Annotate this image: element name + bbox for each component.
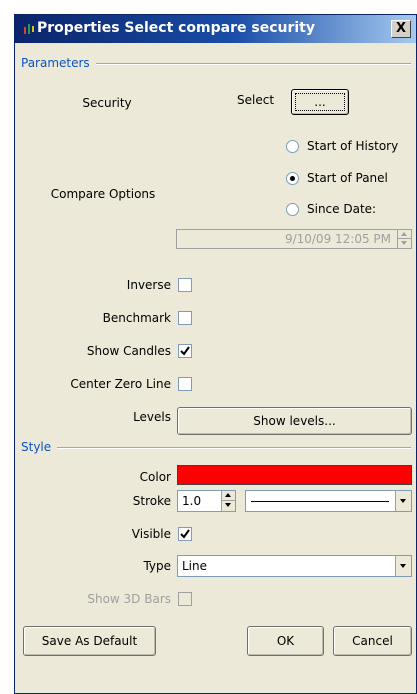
spin-down-arrow[interactable] <box>398 239 411 248</box>
parameters-group-header: Parameters <box>21 56 411 70</box>
visible-checkbox[interactable] <box>178 527 192 541</box>
color-label: Color <box>139 470 171 484</box>
parameters-group-label: Parameters <box>21 56 96 70</box>
stroke-width-value: 1.0 <box>182 494 202 508</box>
chevron-down-icon[interactable] <box>395 556 411 576</box>
radio-start-of-history-label: Start of History <box>307 139 399 153</box>
type-value: Line <box>182 559 208 573</box>
spin-up-arrow[interactable] <box>398 230 411 239</box>
style-group-header: Style <box>21 440 411 454</box>
date-spinner[interactable] <box>397 230 411 248</box>
show-3d-bars-checkbox <box>178 592 192 606</box>
radio-since-date-label: Since Date: <box>307 202 377 216</box>
window-title: Properties Select compare security <box>37 20 315 36</box>
levels-label: Levels <box>133 410 171 424</box>
since-date-value: 9/10/09 12:05 PM <box>284 232 391 246</box>
cancel-button[interactable]: Cancel <box>333 626 412 656</box>
stroke-spinner-buttons[interactable] <box>221 491 235 511</box>
color-swatch[interactable] <box>177 465 412 485</box>
chevron-down-icon[interactable] <box>395 491 411 511</box>
line-style-preview <box>251 501 389 502</box>
spin-up-arrow[interactable] <box>222 491 235 501</box>
spin-down-arrow[interactable] <box>222 501 235 511</box>
security-select-label: Select <box>237 93 275 107</box>
select-security-button-label: ... <box>314 95 326 109</box>
group-divider <box>21 447 411 449</box>
show-candles-label: Show Candles <box>86 344 171 358</box>
close-button[interactable]: X <box>391 20 411 38</box>
cancel-button-label: Cancel <box>352 634 393 648</box>
checkmark-icon <box>180 529 190 539</box>
compare-options-label: Compare Options <box>50 187 156 201</box>
app-chart-icon <box>24 24 34 34</box>
show-levels-button-label: Show levels... <box>253 414 336 428</box>
radio-selected-dot <box>290 176 295 181</box>
inverse-label: Inverse <box>126 278 171 292</box>
stroke-label: Stroke <box>132 494 171 508</box>
close-icon: X <box>395 21 407 36</box>
background-strip <box>0 0 417 14</box>
save-as-default-label: Save As Default <box>41 634 138 648</box>
radio-start-of-history[interactable] <box>286 140 299 153</box>
ok-button-label: OK <box>276 634 295 648</box>
since-date-picker[interactable]: 9/10/09 12:05 PM <box>176 229 412 249</box>
center-zero-line-checkbox[interactable] <box>178 377 192 391</box>
show-candles-checkbox[interactable] <box>178 344 192 358</box>
ok-button[interactable]: OK <box>247 626 324 656</box>
checkmark-icon <box>180 346 190 356</box>
stroke-width-spinner[interactable]: 1.0 <box>177 490 236 512</box>
type-dropdown[interactable]: Line <box>177 555 412 577</box>
benchmark-label: Benchmark <box>102 311 171 325</box>
inverse-checkbox[interactable] <box>178 278 192 292</box>
show-levels-button[interactable]: Show levels... <box>177 407 412 435</box>
benchmark-checkbox[interactable] <box>178 311 192 325</box>
show-3d-bars-label: Show 3D Bars <box>87 592 171 606</box>
style-group-label: Style <box>21 440 58 454</box>
radio-start-of-panel-label: Start of Panel <box>307 171 388 185</box>
radio-start-of-panel[interactable] <box>286 172 299 185</box>
title-bar[interactable]: Properties Select compare security X <box>15 15 416 43</box>
select-security-button[interactable]: ... <box>291 89 349 115</box>
properties-dialog: Properties Select compare security X Par… <box>14 14 417 694</box>
type-label: Type <box>143 559 171 573</box>
save-as-default-button[interactable]: Save As Default <box>23 626 156 656</box>
visible-label: Visible <box>131 527 171 541</box>
radio-since-date[interactable] <box>286 203 299 216</box>
security-label: Security <box>82 96 132 110</box>
stroke-line-style-dropdown[interactable] <box>245 490 412 512</box>
center-zero-line-label: Center Zero Line <box>70 377 171 391</box>
